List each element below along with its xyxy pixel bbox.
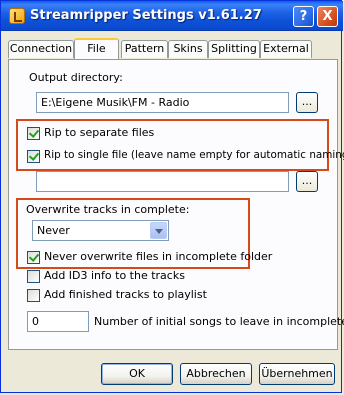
tab-splitting[interactable]: Splitting	[208, 40, 260, 58]
single-file-name-field[interactable]	[36, 171, 289, 192]
add-playlist-label: Add finished tracks to playlist	[44, 288, 207, 301]
ok-button[interactable]: OK	[101, 363, 173, 385]
rip-single-label: Rip to single file (leave name empty for…	[44, 149, 344, 161]
tab-file[interactable]: File	[74, 38, 119, 59]
never-overwrite-incomplete-checkbox[interactable]	[27, 251, 40, 264]
apply-button[interactable]: Übernehmen	[259, 363, 335, 385]
cancel-button[interactable]: Abbrechen	[180, 363, 252, 385]
output-directory-browse-button[interactable]: ...	[296, 92, 318, 113]
output-directory-label: Output directory:	[29, 71, 123, 84]
add-id3-checkbox[interactable]	[27, 270, 40, 283]
tab-connection[interactable]: Connection	[8, 40, 74, 58]
rip-separate-checkbox[interactable]	[27, 127, 40, 140]
rip-separate-label: Rip to separate files	[44, 126, 155, 139]
add-playlist-checkbox[interactable]	[27, 289, 40, 302]
overwrite-dropdown-value: Never	[37, 224, 70, 237]
initial-songs-field[interactable]: 0	[27, 311, 89, 332]
initial-songs-label: Number of initial songs to leave in inco…	[94, 315, 344, 328]
add-id3-label: Add ID3 info to the tracks	[44, 269, 185, 282]
overwrite-label: Overwrite tracks in complete:	[26, 203, 190, 216]
file-tab-panel: Output directory: E:\Eigene Musik\FM - R…	[8, 59, 344, 350]
help-button[interactable]: ?	[293, 6, 314, 27]
chevron-down-icon[interactable]	[150, 222, 167, 239]
window-title: Streamripper Settings v1.61.27	[30, 8, 262, 23]
tab-external[interactable]: External	[260, 40, 312, 58]
overwrite-dropdown[interactable]: Never	[32, 220, 169, 241]
tab-pattern[interactable]: Pattern	[121, 40, 168, 58]
title-bar[interactable]: Streamripper Settings v1.61.27 ? X	[1, 1, 343, 31]
rip-single-checkbox[interactable]	[27, 150, 40, 163]
tab-strip: Connection File Pattern Skins Splitting …	[8, 38, 338, 60]
output-directory-field[interactable]: E:\Eigene Musik\FM - Radio	[36, 92, 289, 113]
tab-skins[interactable]: Skins	[168, 40, 208, 58]
close-button[interactable]: X	[317, 6, 338, 27]
single-file-browse-button[interactable]: ...	[296, 171, 318, 192]
settings-window: Streamripper Settings v1.61.27 ? X Conne…	[0, 0, 344, 393]
never-overwrite-incomplete-label: Never overwrite files in incomplete fold…	[44, 250, 273, 263]
streamripper-app-icon	[9, 8, 25, 24]
